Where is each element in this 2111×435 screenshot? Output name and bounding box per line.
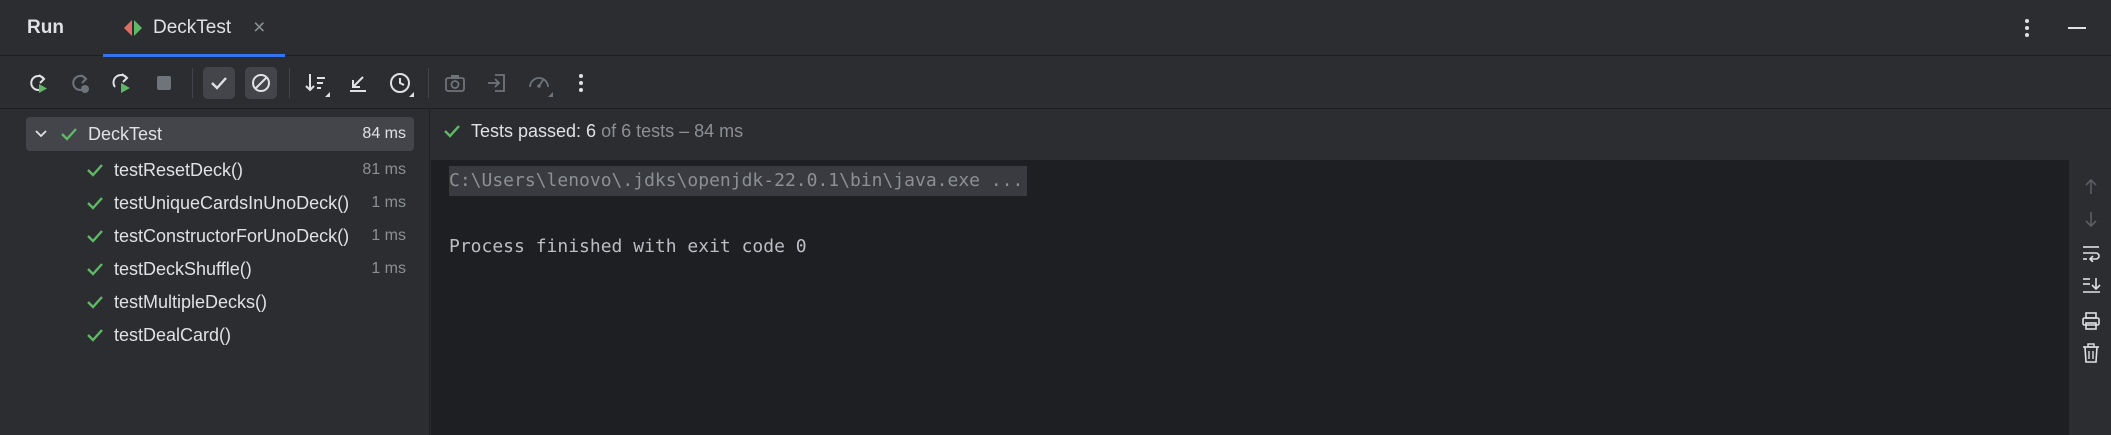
tests-passed-count: Tests passed: 6 [471,120,597,141]
run-toolbar [0,57,2111,109]
rerun-automatically-icon[interactable] [106,67,138,99]
rerun-icon[interactable] [22,67,54,99]
sort-icon[interactable] [300,67,332,99]
test-duration: 81 ms [362,161,406,178]
toolbar-separator [192,67,193,98]
test-row[interactable]: testResetDeck() 81 ms [26,153,414,187]
test-row[interactable]: testConstructorForUnoDeck() 1 ms [26,219,414,253]
tree-root-label: DeckTest [88,123,163,144]
tests-total-duration: of 6 tests – 84 ms [596,120,744,141]
test-row[interactable]: testDealCard() [26,318,414,352]
chevron-down-icon[interactable] [30,123,52,145]
up-arrow-icon[interactable] [2078,174,2104,200]
passed-check-icon [84,291,106,313]
java-test-class-icon [121,17,145,39]
show-passed-icon[interactable] [203,66,235,99]
minimize-icon[interactable] [2065,16,2089,40]
test-history-icon[interactable] [384,67,416,99]
console-command-line[interactable]: C:\Users\lenovo\.jdks\openjdk-22.0.1\bin… [449,166,1028,196]
tool-window-title: Run [27,16,64,38]
rerun-failed-icon[interactable] [64,67,96,99]
import-tests-icon[interactable] [481,67,513,99]
close-icon[interactable]: × [253,17,265,38]
passed-check-icon [84,225,106,247]
soft-wrap-icon[interactable] [2078,240,2104,266]
passed-check-icon [84,324,106,346]
test-row[interactable]: testDeckShuffle() 1 ms [26,252,414,286]
test-status-summary: Tests passed: 6 of 6 tests – 84 ms [431,110,743,152]
more-vertical-icon[interactable] [565,67,597,99]
test-row[interactable]: testUniqueCardsInUnoDeck() 1 ms [26,186,414,220]
toolbar-separator [428,67,429,98]
test-name: testDealCard() [114,324,232,345]
test-duration: 1 ms [371,194,406,211]
tab-label: DeckTest [153,16,232,38]
passed-check-icon [84,258,106,280]
test-duration: 1 ms [371,260,406,277]
trash-icon[interactable] [2078,340,2104,366]
tree-root-duration: 84 ms [362,125,406,142]
test-name: testResetDeck() [114,159,244,180]
tab-decktest[interactable]: DeckTest × [103,0,286,57]
test-tree: DeckTest 84 ms testResetDeck() 81 ms tes… [0,110,430,435]
passed-check-icon [441,120,463,142]
down-arrow-icon[interactable] [2078,206,2104,232]
stop-icon[interactable] [148,67,180,99]
export-icon[interactable] [439,67,471,99]
test-name: testConstructorForUnoDeck() [114,225,350,246]
coverage-gauge-icon[interactable] [523,67,555,99]
console-side-toolbar [2070,160,2111,435]
tree-root-decktest[interactable]: DeckTest 84 ms [26,117,414,151]
tool-window-header: Run DeckTest × [0,0,2111,57]
test-name: testUniqueCardsInUnoDeck() [114,192,350,213]
print-icon[interactable] [2078,308,2104,334]
scroll-to-end-icon[interactable] [2078,272,2104,298]
toolbar-separator [289,67,290,98]
test-name: testMultipleDecks() [114,291,268,312]
show-ignored-icon[interactable] [245,66,277,99]
collapse-all-icon[interactable] [342,67,374,99]
passed-check-icon [58,123,80,145]
more-vertical-icon[interactable] [2015,16,2039,40]
test-name: testDeckShuffle() [114,258,252,279]
console-output[interactable]: C:\Users\lenovo\.jdks\openjdk-22.0.1\bin… [431,160,2069,435]
console-exit-message: Process finished with exit code 0 [449,236,807,257]
test-duration: 1 ms [371,227,406,244]
test-row[interactable]: testMultipleDecks() [26,285,414,319]
passed-check-icon [84,192,106,214]
passed-check-icon [84,159,106,181]
